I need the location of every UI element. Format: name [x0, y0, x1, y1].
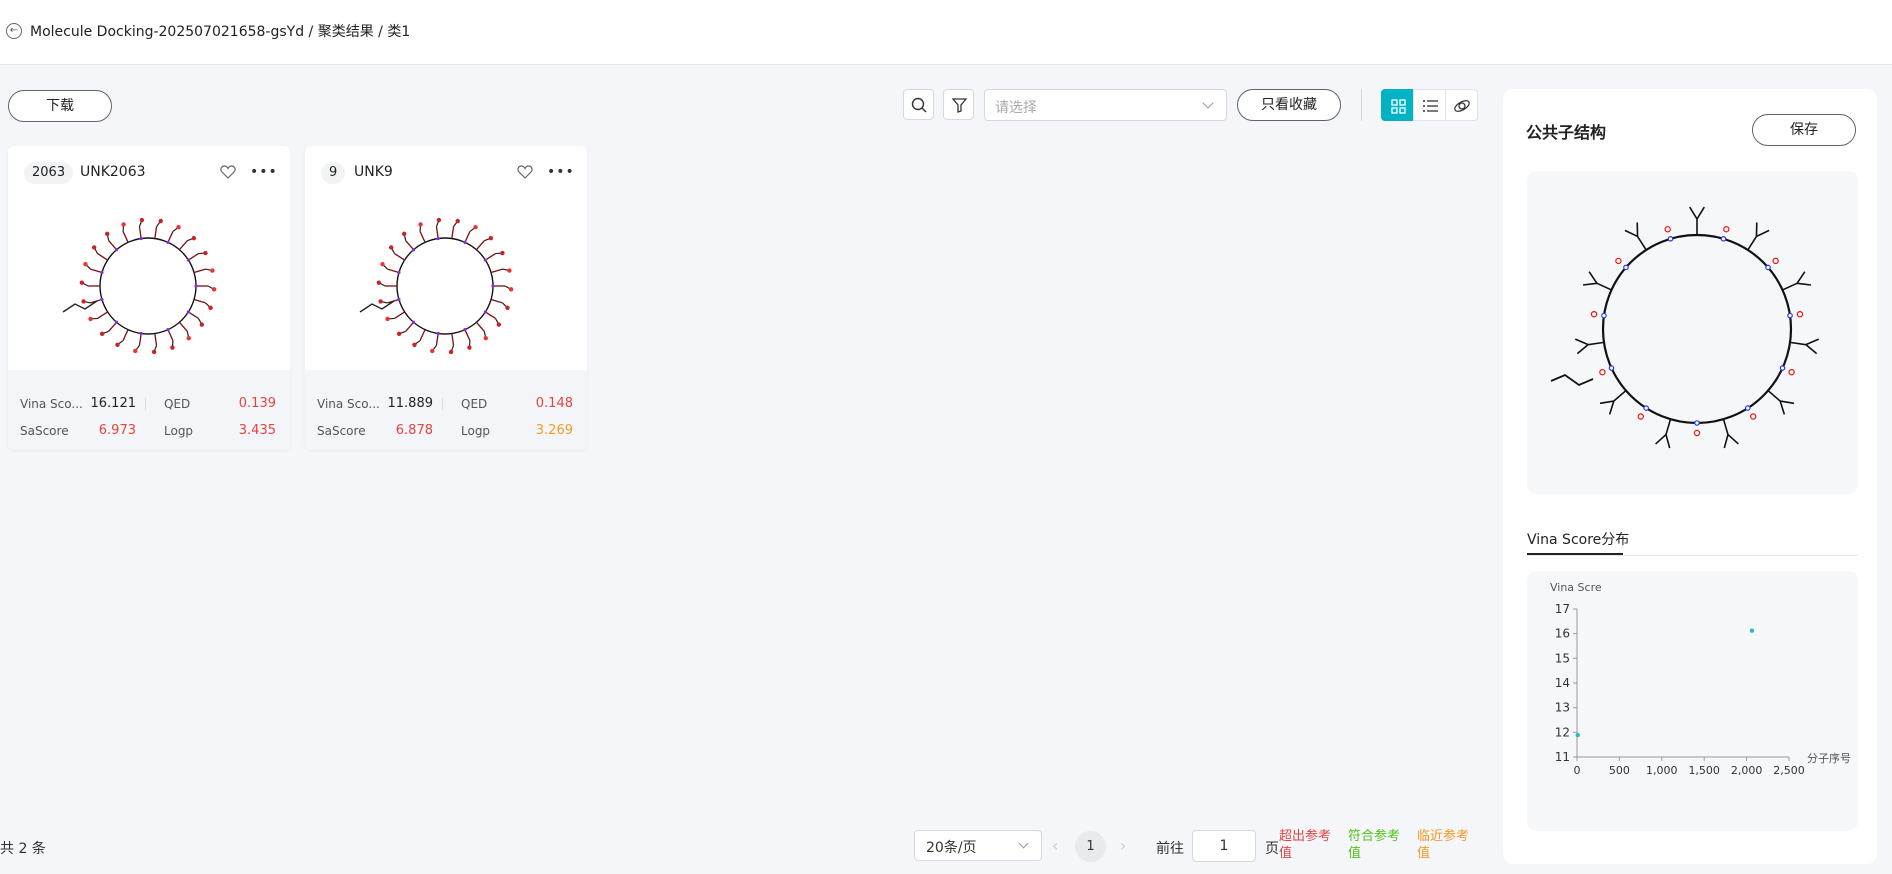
qed-label: QED: [164, 397, 191, 411]
y-tick-label: 16: [1555, 627, 1570, 641]
molecule-name: UNK2063: [80, 164, 146, 180]
qed-value: 0.139: [238, 396, 276, 411]
sascore-label: SaScore: [20, 424, 69, 438]
more-icon[interactable]: •••: [250, 165, 278, 179]
y-axis-label: Vina Scre: [1550, 581, 1602, 594]
heart-icon[interactable]: [517, 165, 533, 179]
search-button[interactable]: [903, 89, 934, 120]
y-tick-label: 15: [1555, 651, 1570, 665]
molecule-id-badge: 2063: [24, 162, 74, 184]
legend-exceed: 超出参考值: [1279, 829, 1332, 861]
download-button[interactable]: 下载: [8, 90, 112, 122]
tab-vina-score[interactable]: Vina Score分布: [1527, 529, 1629, 549]
sascore-value: 6.973: [98, 423, 136, 438]
tab-underline: [1527, 555, 1858, 556]
x-tick-label: 0: [1574, 764, 1581, 777]
page-number-current[interactable]: 1: [1075, 831, 1106, 862]
page-size-select[interactable]: 20条/页: [914, 830, 1042, 861]
next-page-icon[interactable]: ›: [1120, 836, 1126, 855]
chevron-down-icon: [1018, 838, 1029, 849]
grid-view-button[interactable]: [1381, 89, 1414, 121]
y-tick-label: 14: [1555, 676, 1570, 690]
y-tick-label: 13: [1555, 701, 1570, 715]
x-tick-label: 2,500: [1773, 764, 1805, 777]
back-arrow-icon[interactable]: ←: [6, 23, 22, 39]
prev-page-icon[interactable]: ‹: [1052, 836, 1058, 855]
molecule-structure-image: [359, 217, 514, 355]
logp-label: Logp: [164, 424, 194, 438]
qed-label: QED: [461, 397, 488, 411]
page-size-value: 20条/页: [926, 840, 977, 856]
logp-value: 3.435: [238, 423, 276, 438]
save-button[interactable]: 保存: [1752, 114, 1856, 146]
molecule-card[interactable]: 9 UNK9 ••• Vina Sco... 11.889 QED 0.148 …: [305, 146, 587, 450]
vina-score-chart: 11 12 13 14 15 16 17 0 500 1,000 1,500 2,000 2,500 Vi…: [1527, 571, 1858, 831]
grid-icon: [1391, 99, 1406, 114]
x-tick-label: 2,000: [1731, 764, 1763, 777]
goto-page-input[interactable]: [1192, 830, 1256, 862]
molecule-name: UNK9: [354, 164, 393, 180]
more-icon[interactable]: •••: [547, 165, 575, 179]
filter-select[interactable]: 请选择: [984, 89, 1227, 121]
molecule-id-badge: 9: [321, 162, 346, 184]
vina-value: 16.121: [90, 396, 137, 411]
scatter-point[interactable]: [1575, 732, 1580, 738]
sascore-label: SaScore: [317, 424, 366, 438]
vina-value: 11.889: [387, 396, 434, 411]
breadcrumb: Molecule Docking-202507021658-gsYd / 聚类结…: [30, 24, 411, 40]
substructure-image-box: [1527, 171, 1858, 494]
y-tick-label: 12: [1555, 725, 1570, 739]
x-tick-label: 500: [1609, 764, 1630, 777]
filter-button[interactable]: [943, 89, 974, 120]
total-count: 共 2 条: [0, 841, 46, 857]
list-icon: [1423, 100, 1438, 112]
list-view-button[interactable]: [1413, 89, 1446, 121]
common-substructure-panel: 公共子结构 保存 Vina Score分布 11 12 13 14 15 16 17 0 500…: [1503, 89, 1877, 864]
qed-value: 0.148: [535, 396, 573, 411]
goto-label: 前往: [1156, 841, 1184, 857]
filter-icon: [951, 98, 968, 113]
card-stats: Vina Sco... 11.889 QED 0.148 SaScore 6.8…: [305, 370, 587, 450]
x-tick-label: 1,000: [1646, 764, 1678, 777]
legend-match: 符合参考值: [1348, 829, 1401, 861]
vina-label: Vina Sco...: [317, 397, 380, 411]
stat-separator: [442, 398, 443, 410]
top-bar: ← Molecule Docking-202507021658-gsYd / 聚…: [0, 0, 1892, 65]
legend-near: 临近参考值: [1417, 829, 1470, 861]
molecule-card[interactable]: 2063 UNK2063 ••• Vina Sco... 16.121 QED …: [8, 146, 290, 450]
panel-title: 公共子结构: [1526, 123, 1607, 142]
y-tick-label: 17: [1555, 602, 1570, 616]
x-tick-label: 1,500: [1688, 764, 1720, 777]
goto-unit: 页: [1265, 841, 1279, 857]
sascore-value: 6.878: [395, 423, 433, 438]
scatter-point[interactable]: [1749, 628, 1755, 633]
molecule-3d-icon: [1454, 100, 1470, 112]
common-substructure-image: [1550, 206, 1820, 449]
3d-view-button[interactable]: [1445, 89, 1478, 121]
card-stats: Vina Sco... 16.121 QED 0.139 SaScore 6.9…: [8, 370, 290, 450]
filter-select-placeholder: 请选择: [995, 100, 1037, 116]
tab-active-indicator: [1527, 553, 1623, 555]
search-icon: [911, 97, 927, 113]
vina-score-scatter-chart: 11 12 13 14 15 16 17 0 500 1,000 1,500 2,000 2,500 Vi…: [1550, 581, 1851, 777]
x-axis-label: 分子序号: [1807, 751, 1851, 765]
stat-separator: [145, 398, 146, 410]
logp-label: Logp: [461, 424, 491, 438]
vina-label: Vina Sco...: [20, 397, 83, 411]
heart-icon[interactable]: [220, 165, 236, 179]
chevron-down-icon: [1202, 97, 1214, 109]
favorites-only-button[interactable]: 只看收藏: [1237, 89, 1341, 121]
molecule-structure-image: [62, 217, 217, 355]
y-tick-label: 11: [1555, 750, 1570, 764]
logp-value: 3.269: [535, 423, 573, 438]
toolbar-divider: [1361, 89, 1362, 121]
